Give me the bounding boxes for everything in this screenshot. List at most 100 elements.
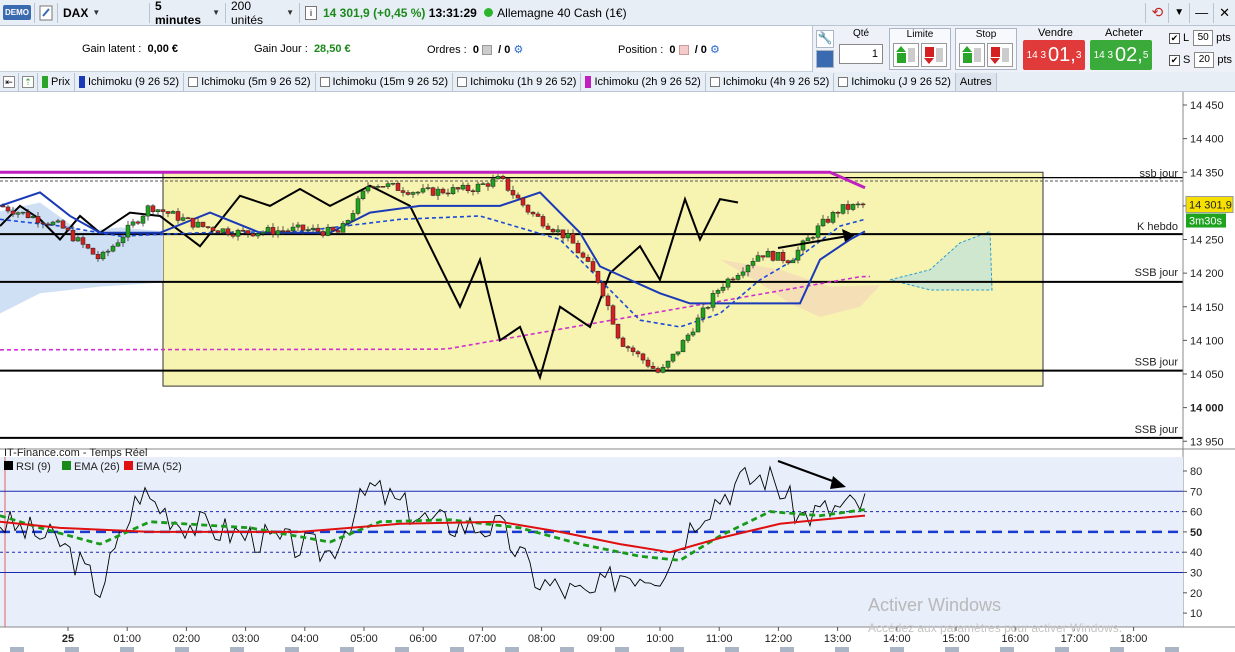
candle: [30, 216, 36, 219]
candle: [640, 353, 646, 361]
refresh-icon[interactable]: ⟲: [1145, 2, 1170, 23]
candle: [165, 211, 171, 214]
indicator-tab-5[interactable]: Ichimoku (2h 9 26 52): [581, 72, 706, 91]
candle: [90, 247, 96, 255]
price-tick-label: 14 000: [1190, 403, 1224, 415]
candle: [0, 205, 6, 208]
indicator-tab-2[interactable]: Ichimoku (5m 9 26 52): [184, 72, 316, 91]
candle: [180, 217, 186, 221]
more-indicators-button[interactable]: Autres: [955, 72, 997, 91]
instrument-select[interactable]: DAX ▼: [58, 2, 150, 23]
legend-swatch: [4, 461, 13, 470]
candle: [625, 346, 631, 349]
indicator-tab-4[interactable]: Ichimoku (1h 9 26 52): [453, 72, 582, 91]
indicator-tab-label: Ichimoku (J 9 26 52): [851, 75, 951, 88]
limit-sell-button[interactable]: [921, 43, 947, 67]
wrench-icon[interactable]: 🔧: [816, 30, 834, 48]
candle: [660, 367, 666, 373]
rsi-plot[interactable]: 80 70 60 50 40 30 20 10: [0, 448, 1235, 627]
candle: [300, 224, 306, 231]
candle: [400, 190, 406, 193]
minimize-button[interactable]: —: [1190, 2, 1215, 23]
candle: [15, 212, 21, 215]
limit-checkbox[interactable]: ✔: [1169, 32, 1180, 44]
expand-icon[interactable]: ⇡: [19, 72, 38, 91]
checkbox-icon: [709, 76, 720, 87]
indicator-tab-6[interactable]: Ichimoku (4h 9 26 52): [706, 72, 835, 91]
price-plot[interactable]: ssb jour K hebdo SSB jour SSB jour SSB jour: [0, 92, 1183, 449]
candle: [845, 204, 851, 210]
time-tick-label: 04:00: [291, 633, 319, 645]
candle: [330, 226, 336, 231]
sell-button[interactable]: 14 3 01, 3: [1023, 40, 1085, 70]
units-select[interactable]: 200 unités ▼: [226, 0, 300, 27]
calculator-icon[interactable]: [816, 50, 834, 68]
candle: [615, 323, 621, 339]
candle: [160, 209, 166, 212]
candle: [460, 184, 466, 190]
limit-buy-button[interactable]: [893, 43, 919, 67]
candle: [475, 183, 481, 192]
stop-pts-row: ✔ S 20 pts: [1169, 52, 1233, 68]
candle: [605, 295, 611, 307]
candle: [465, 184, 471, 191]
close-button[interactable]: ✕: [1214, 3, 1235, 23]
candle: [620, 337, 626, 347]
time-tick-label: 08:00: [528, 633, 556, 645]
candle: [85, 244, 91, 249]
candle: [795, 249, 801, 261]
collapse-icon[interactable]: ⇤: [0, 72, 19, 91]
buy-button[interactable]: 14 3 02, 5: [1090, 40, 1152, 70]
timeframe-select[interactable]: 5 minutes ▼: [150, 0, 226, 27]
limit-pts-input[interactable]: 50: [1193, 30, 1214, 46]
gear-icon[interactable]: ⚙: [710, 44, 720, 56]
candle: [695, 317, 701, 333]
position-count[interactable]: Position : 0 / 0 ⚙: [618, 43, 720, 56]
stop-pts-input[interactable]: 20: [1194, 52, 1215, 68]
stop-checkbox[interactable]: ✔: [1169, 54, 1180, 66]
top-toolbar: DEMO DAX ▼ 5 minutes ▼ 200 unités ▼ i 14 30…: [0, 0, 1235, 27]
candle: [710, 293, 716, 308]
candle: [700, 307, 706, 319]
candle: [20, 211, 26, 214]
candle: [815, 225, 821, 238]
legend-label: RSI (9): [16, 461, 51, 473]
time-tick-label: 11:00: [706, 633, 733, 645]
candle: [95, 254, 101, 260]
candle: [525, 204, 531, 213]
orders-count[interactable]: Ordres : 0 / 0 ⚙: [427, 43, 523, 56]
indicator-tab-3[interactable]: Ichimoku (15m 9 26 52): [316, 72, 454, 91]
indicator-tab-1[interactable]: Ichimoku (9 26 52): [75, 72, 185, 91]
indicator-tab-7[interactable]: Ichimoku (J 9 26 52): [834, 72, 956, 91]
stop-sell-button[interactable]: [987, 43, 1013, 67]
candle: [120, 236, 126, 244]
candle: [750, 261, 756, 266]
quantity-input[interactable]: 1: [839, 44, 883, 64]
rsi-panel-title: IT-Finance.com - Temps Réel: [4, 447, 147, 459]
candle: [420, 188, 426, 193]
candle: [325, 226, 331, 236]
info-icon[interactable]: i: [305, 5, 317, 20]
limit-box: Limite: [889, 28, 951, 70]
candle: [510, 190, 516, 196]
gear-icon[interactable]: ⚙: [513, 44, 523, 56]
candle: [590, 261, 596, 272]
candle: [130, 221, 136, 226]
candle: [785, 260, 791, 264]
candle: [240, 229, 246, 232]
chart-area[interactable]: ssb jourK hebdoSSB jourSSB jourSSB jour …: [0, 92, 1235, 652]
quantity-box: Qté 1: [837, 28, 885, 70]
chart-settings-icon[interactable]: [35, 2, 58, 23]
countdown-label: 3m30s: [1189, 216, 1223, 228]
candle: [850, 204, 856, 210]
candle: [10, 210, 16, 215]
stop-buy-button[interactable]: [959, 43, 985, 67]
candle: [415, 191, 421, 194]
price-tick-label: 14 200: [1190, 268, 1224, 280]
window-menu-icon[interactable]: ▼: [1169, 2, 1191, 23]
candle: [110, 245, 116, 252]
indicator-tab-0[interactable]: Prix: [38, 72, 75, 91]
candle: [655, 368, 661, 373]
candle: [385, 183, 391, 187]
candle: [50, 221, 56, 226]
